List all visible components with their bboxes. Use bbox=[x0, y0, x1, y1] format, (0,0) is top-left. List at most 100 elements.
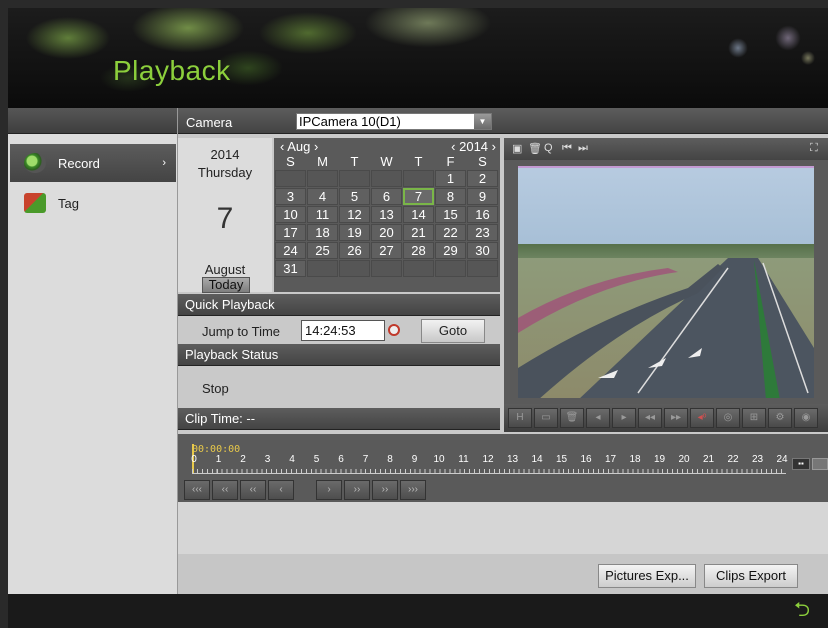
tag-add-icon[interactable]: ⊞ bbox=[742, 408, 766, 428]
jump-time-input[interactable]: 14:24:53 bbox=[301, 320, 385, 341]
window-icon[interactable]: ▣ bbox=[512, 142, 522, 155]
calendar-day[interactable]: 21 bbox=[403, 224, 434, 241]
playback-window: Playback Record › Tag Camera IPCamera 10… bbox=[0, 0, 828, 628]
calendar-day[interactable]: 23 bbox=[467, 224, 498, 241]
year-selector[interactable]: ‹ 2014 › bbox=[451, 139, 496, 154]
clips-export-button[interactable]: Clips Export bbox=[704, 564, 798, 588]
pictures-export-button[interactable]: Pictures Exp... bbox=[598, 564, 696, 588]
zoom-out-icon[interactable]: ▪▪ bbox=[792, 458, 810, 470]
calendar-empty-cell bbox=[371, 170, 402, 187]
chevron-right-icon[interactable]: › bbox=[492, 139, 496, 154]
calendar-day[interactable]: 12 bbox=[339, 206, 370, 223]
play-icon[interactable]: ▸ bbox=[612, 408, 636, 428]
calendar-day[interactable]: 24 bbox=[275, 242, 306, 259]
sidebar-item-label: Record bbox=[58, 155, 100, 171]
fast-icon[interactable]: ▸▸ bbox=[664, 408, 688, 428]
calendar-day[interactable]: 16 bbox=[467, 206, 498, 223]
calendar-day[interactable]: 26 bbox=[339, 242, 370, 259]
timeline-tick-label: 14 bbox=[531, 454, 543, 465]
timeline-nav-button[interactable]: ‹‹ bbox=[212, 480, 238, 500]
playback-status-value: Stop bbox=[202, 381, 229, 396]
calendar-day[interactable]: 8 bbox=[435, 188, 466, 205]
calendar-day[interactable]: 5 bbox=[339, 188, 370, 205]
calendar-day[interactable]: 15 bbox=[435, 206, 466, 223]
calendar-day[interactable]: 11 bbox=[307, 206, 338, 223]
calendar-empty-cell bbox=[371, 260, 402, 277]
timeline-nav-button[interactable]: ››› bbox=[400, 480, 426, 500]
calendar-dow: W bbox=[380, 154, 393, 169]
back-icon[interactable]: ⮌ bbox=[794, 600, 818, 620]
calendar-day[interactable]: 20 bbox=[371, 224, 402, 241]
calendar-day[interactable]: 25 bbox=[307, 242, 338, 259]
clock-icon[interactable] bbox=[388, 324, 400, 336]
date-year: 2014 bbox=[210, 147, 240, 162]
calendar-day[interactable]: 19 bbox=[339, 224, 370, 241]
snapshot-icon[interactable]: ◎ bbox=[716, 408, 740, 428]
video-toolbar: ▣ 🗑 Q ⏮ ⏭ ⛶ bbox=[504, 138, 828, 160]
timeline-nav-button[interactable]: ‹‹‹ bbox=[184, 480, 210, 500]
calendar-day[interactable]: 13 bbox=[371, 206, 402, 223]
calendar-day[interactable]: 2 bbox=[467, 170, 498, 187]
calendar-day[interactable]: 29 bbox=[435, 242, 466, 259]
calendar-day[interactable]: 9 bbox=[467, 188, 498, 205]
timeline-nav-button[interactable]: ‹ bbox=[268, 480, 294, 500]
timeline-nav-button[interactable]: ›› bbox=[344, 480, 370, 500]
audio-icon[interactable]: ◂ᵒ bbox=[690, 408, 714, 428]
chevron-down-icon[interactable]: ▼ bbox=[474, 114, 491, 129]
calendar-empty-cell bbox=[403, 260, 434, 277]
settings-icon[interactable]: ⚙ bbox=[768, 408, 792, 428]
timeline-nav-button[interactable]: ›› bbox=[372, 480, 398, 500]
sidebar-item-record[interactable]: Record › bbox=[10, 144, 176, 182]
today-button[interactable]: Today bbox=[202, 277, 250, 293]
calendar-day[interactable]: 6 bbox=[371, 188, 402, 205]
calendar-day[interactable]: 14 bbox=[403, 206, 434, 223]
calendar-day[interactable]: 27 bbox=[371, 242, 402, 259]
sidebar-item-tag[interactable]: Tag bbox=[10, 184, 176, 222]
timeline-tick-label: 4 bbox=[289, 454, 295, 465]
calendar-day[interactable]: 10 bbox=[275, 206, 306, 223]
chevron-right-icon[interactable]: › bbox=[314, 139, 318, 154]
timeline[interactable]: 00:00:00 0 1 2 3 4 5 6 7 8 9 10 11 12 13 14 15 16 17 18 19 2… bbox=[178, 434, 828, 502]
clip-cut-icon[interactable]: H bbox=[508, 408, 532, 428]
timeline-tick-label: 18 bbox=[629, 454, 641, 465]
month-selector[interactable]: ‹ Aug › bbox=[280, 139, 318, 154]
calendar-day[interactable]: 1 bbox=[435, 170, 466, 187]
zoom-in-icon[interactable] bbox=[812, 458, 828, 470]
calendar-day[interactable]: 28 bbox=[403, 242, 434, 259]
calendar-day[interactable]: 3 bbox=[275, 188, 306, 205]
calendar-dow: M bbox=[317, 154, 328, 169]
timeline-tick-label: 13 bbox=[506, 454, 519, 465]
camera-icon[interactable]: ◉ bbox=[794, 408, 818, 428]
empty-panel bbox=[178, 502, 828, 554]
save-clip-icon[interactable]: ▭ bbox=[534, 408, 558, 428]
fullscreen-icon[interactable]: ⛶ bbox=[810, 142, 818, 155]
trash-icon[interactable]: 🗑 bbox=[528, 142, 542, 155]
chevron-left-icon[interactable]: ‹ bbox=[451, 139, 455, 154]
calendar-day[interactable]: 18 bbox=[307, 224, 338, 241]
calendar-day[interactable]: 31 bbox=[275, 260, 306, 277]
calendar-day[interactable]: 30 bbox=[467, 242, 498, 259]
delete-icon[interactable]: 🗑 bbox=[560, 408, 584, 428]
skip-back-icon[interactable]: ⏮ bbox=[562, 142, 572, 155]
timeline-nav-button[interactable]: › bbox=[316, 480, 342, 500]
timeline-tick-label: 15 bbox=[555, 454, 568, 465]
video-frame[interactable] bbox=[518, 166, 814, 398]
slow-icon[interactable]: ◂◂ bbox=[638, 408, 662, 428]
zoom-icon[interactable]: Q bbox=[544, 142, 553, 154]
skip-forward-icon[interactable]: ⏭ bbox=[578, 142, 588, 155]
chevron-left-icon[interactable]: ‹ bbox=[280, 139, 284, 154]
timeline-tick-label: 6 bbox=[338, 454, 344, 465]
timeline-nav-button[interactable]: ‹‹ bbox=[240, 480, 266, 500]
video-area bbox=[504, 160, 828, 404]
calendar-day[interactable]: 7 bbox=[403, 188, 434, 205]
camera-select[interactable]: IPCamera 10(D1) ▼ bbox=[296, 113, 492, 130]
calendar-empty-cell bbox=[435, 260, 466, 277]
calendar-day[interactable]: 22 bbox=[435, 224, 466, 241]
rewind-icon[interactable]: ◂ bbox=[586, 408, 610, 428]
chevron-right-icon: › bbox=[162, 157, 166, 169]
calendar-day[interactable]: 4 bbox=[307, 188, 338, 205]
calendar-day[interactable]: 17 bbox=[275, 224, 306, 241]
calendar-empty-cell bbox=[467, 260, 498, 277]
goto-button[interactable]: Goto bbox=[421, 319, 485, 343]
main-panel: Camera IPCamera 10(D1) ▼ 2014 Thursday 7… bbox=[178, 108, 828, 594]
